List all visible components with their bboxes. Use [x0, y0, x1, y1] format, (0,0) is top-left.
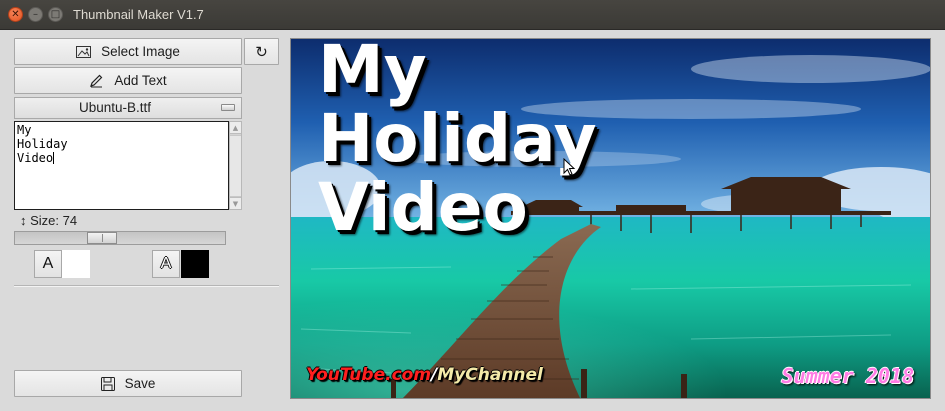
maximize-window-button[interactable]: □: [48, 7, 63, 22]
thumbnail-preview[interactable]: My Holiday Video YouTube.com/MyChannel S…: [290, 38, 931, 399]
minimize-window-button[interactable]: –: [28, 7, 43, 22]
close-icon: ✕: [11, 8, 20, 20]
pencil-icon: [90, 74, 103, 88]
maximize-icon: □: [50, 8, 61, 20]
dropdown-indicator-icon: [221, 104, 235, 111]
text-caret: [53, 152, 55, 164]
window-title: Thumbnail Maker V1.7: [73, 7, 204, 22]
select-image-button[interactable]: Select Image: [14, 38, 242, 65]
font-dropdown-value: Ubuntu-B.ttf: [78, 100, 152, 115]
save-label: Save: [124, 376, 156, 391]
image-icon: [76, 45, 92, 58]
save-button[interactable]: Save: [14, 370, 242, 397]
overlay-text-input[interactable]: My Holiday Video: [14, 121, 229, 210]
text-line-content: Video: [17, 151, 54, 165]
text-input-scrollbar[interactable]: ▲ ▼: [229, 121, 242, 210]
close-window-button[interactable]: ✕: [8, 7, 23, 22]
scrollbar-thumb[interactable]: [230, 135, 241, 197]
size-slider[interactable]: [14, 231, 226, 245]
scroll-down-arrow-icon[interactable]: ▼: [230, 197, 241, 209]
overlay-line: My: [318, 38, 427, 108]
add-text-button[interactable]: Add Text: [14, 67, 242, 94]
text-line: My: [17, 123, 32, 137]
title-bar: ✕ – □ Thumbnail Maker V1.7: [0, 0, 945, 30]
floppy-disk-icon: [100, 376, 115, 391]
overlay-line: Video: [318, 169, 528, 246]
overlay-line: Holiday: [318, 100, 597, 177]
refresh-button[interactable]: ↻: [244, 38, 279, 65]
text-line: Holiday: [17, 137, 68, 151]
select-image-label: Select Image: [101, 44, 180, 59]
outline-color-glyph: A: [160, 255, 172, 272]
font-dropdown[interactable]: Ubuntu-B.ttf: [14, 97, 242, 119]
channel-watermark: YouTube.com/MyChannel: [306, 365, 543, 385]
text-line: Video: [17, 151, 226, 165]
date-caption: Summer 2018: [781, 364, 914, 388]
refresh-icon: ↻: [255, 43, 268, 61]
fill-color-glyph: A: [42, 255, 54, 272]
watermark-channel: MyChannel: [437, 365, 543, 385]
fill-color-swatch: [62, 250, 90, 278]
scroll-up-arrow-icon[interactable]: ▲: [230, 122, 241, 134]
add-text-label: Add Text: [114, 73, 167, 88]
mouse-cursor-icon: [563, 158, 576, 176]
overlay-text: My Holiday Video: [318, 38, 597, 246]
minimize-icon: –: [33, 8, 38, 20]
size-slider-handle[interactable]: [87, 232, 117, 244]
watermark-site: YouTube.com: [306, 365, 432, 385]
outline-color-swatch: [181, 250, 209, 278]
fill-color-button[interactable]: A: [34, 250, 62, 278]
outline-color-button[interactable]: A: [152, 250, 180, 278]
size-label: ↕ Size: 74: [20, 213, 78, 228]
separator: [14, 285, 279, 287]
